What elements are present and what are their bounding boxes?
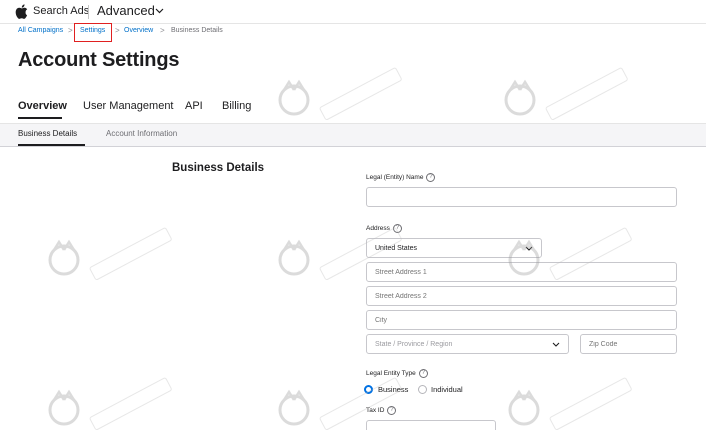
street-address-1-input[interactable] [366,262,677,282]
city-input[interactable] [366,310,677,330]
breadcrumb-business-details: Business Details [171,27,223,34]
country-select[interactable]: United States [366,238,542,258]
entity-type-label: Legal Entity Type ? [366,369,428,378]
active-subtab-indicator [18,144,85,146]
legal-name-input[interactable] [366,187,677,207]
tax-id-label-text: Tax ID [366,407,385,414]
section-title: Business Details [172,162,265,174]
radio-business[interactable] [364,385,373,394]
breadcrumb-separator: > [68,26,73,35]
subtab-business-details[interactable]: Business Details [18,129,77,138]
chevron-down-icon [552,342,560,347]
watermark-logo-icon [508,377,632,430]
tab-api[interactable]: API [185,100,203,112]
tax-id-label: Tax ID ? [366,406,397,415]
page-title: Account Settings [18,49,180,71]
help-icon[interactable]: ? [418,369,428,378]
tab-user-management[interactable]: User Management [83,100,174,112]
chevron-down-icon [525,246,533,251]
app-root: Search Ads Advanced All Campaigns > Sett… [0,0,706,430]
tax-id-input[interactable] [366,420,496,430]
top-bar: Search Ads Advanced [0,0,706,24]
radio-individual-label[interactable]: Individual [431,385,463,394]
breadcrumb-all-campaigns[interactable]: All Campaigns [18,27,63,34]
chevron-down-icon[interactable] [155,8,164,14]
zip-code-input[interactable] [580,334,677,354]
breadcrumb-separator: > [115,26,120,35]
watermark-logo-icon [48,227,172,280]
watermark-logo-icon [278,67,402,120]
header-divider [88,5,89,19]
address-label: Address ? [366,224,402,233]
address-label-text: Address [366,225,390,232]
tab-overview[interactable]: Overview [18,100,67,112]
state-select[interactable]: State / Province / Region [366,334,569,354]
help-icon[interactable]: ? [387,406,397,415]
active-tab-indicator [18,117,62,119]
help-icon[interactable]: ? [426,173,436,182]
subtab-account-information[interactable]: Account Information [106,129,177,138]
watermark-logo-icon [504,67,628,120]
tab-billing[interactable]: Billing [222,100,251,112]
street-address-2-input[interactable] [366,286,677,306]
radio-individual[interactable] [418,385,427,394]
entity-type-label-text: Legal Entity Type [366,370,416,377]
radio-business-label[interactable]: Business [378,385,408,394]
plan-switcher[interactable]: Advanced [97,3,155,18]
breadcrumb-separator: > [160,26,165,35]
legal-name-label-text: Legal (Entity) Name [366,174,424,181]
watermark-logo-icon [48,377,172,430]
brand-label[interactable]: Search Ads [33,5,89,17]
help-icon[interactable]: ? [392,224,402,233]
annotation-highlight-box [74,23,112,42]
legal-name-label: Legal (Entity) Name ? [366,173,436,182]
breadcrumb-overview[interactable]: Overview [124,27,153,34]
apple-logo-icon [15,4,28,19]
